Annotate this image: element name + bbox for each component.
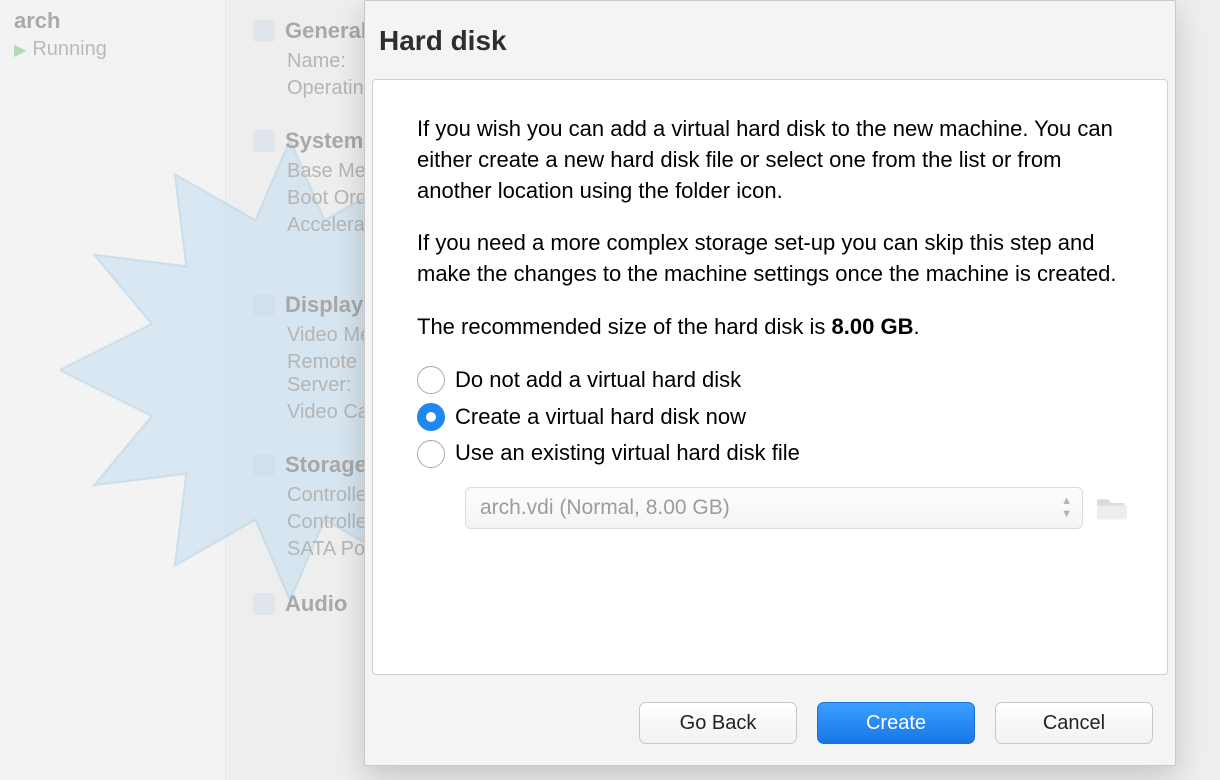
option-use-existing[interactable]: Use an existing virtual hard disk file xyxy=(417,438,1127,469)
recommended-size: 8.00 GB xyxy=(832,314,914,339)
hard-disk-option-group: Do not add a virtual hard disk Create a … xyxy=(417,365,1127,469)
choose-disk-folder-icon[interactable] xyxy=(1097,495,1127,521)
radio-icon xyxy=(417,440,445,468)
cancel-button[interactable]: Cancel xyxy=(995,702,1153,744)
hard-disk-dialog: Hard disk If you wish you can add a virt… xyxy=(364,0,1176,766)
dialog-recommended: The recommended size of the hard disk is… xyxy=(417,312,1127,343)
recommended-suffix: . xyxy=(913,314,919,339)
option-create-now[interactable]: Create a virtual hard disk now xyxy=(417,402,1127,433)
dialog-title: Hard disk xyxy=(365,1,1175,75)
dialog-paragraph-1: If you wish you can add a virtual hard d… xyxy=(417,114,1127,206)
existing-disk-row: arch.vdi (Normal, 8.00 GB) ▲▼ xyxy=(465,487,1127,529)
dialog-paragraph-2: If you need a more complex storage set-u… xyxy=(417,228,1127,290)
existing-disk-value: arch.vdi (Normal, 8.00 GB) xyxy=(480,493,730,522)
option-use-existing-label: Use an existing virtual hard disk file xyxy=(455,438,800,469)
option-create-now-label: Create a virtual hard disk now xyxy=(455,402,746,433)
recommended-prefix: The recommended size of the hard disk is xyxy=(417,314,832,339)
option-do-not-add-label: Do not add a virtual hard disk xyxy=(455,365,741,396)
create-button[interactable]: Create xyxy=(817,702,975,744)
combo-stepper-icon: ▲▼ xyxy=(1061,496,1072,520)
option-do-not-add[interactable]: Do not add a virtual hard disk xyxy=(417,365,1127,396)
dialog-panel: If you wish you can add a virtual hard d… xyxy=(372,79,1168,675)
existing-disk-combo[interactable]: arch.vdi (Normal, 8.00 GB) ▲▼ xyxy=(465,487,1083,529)
go-back-button[interactable]: Go Back xyxy=(639,702,797,744)
radio-icon xyxy=(417,403,445,431)
dialog-footer: Go Back Create Cancel xyxy=(365,681,1175,765)
radio-icon xyxy=(417,366,445,394)
